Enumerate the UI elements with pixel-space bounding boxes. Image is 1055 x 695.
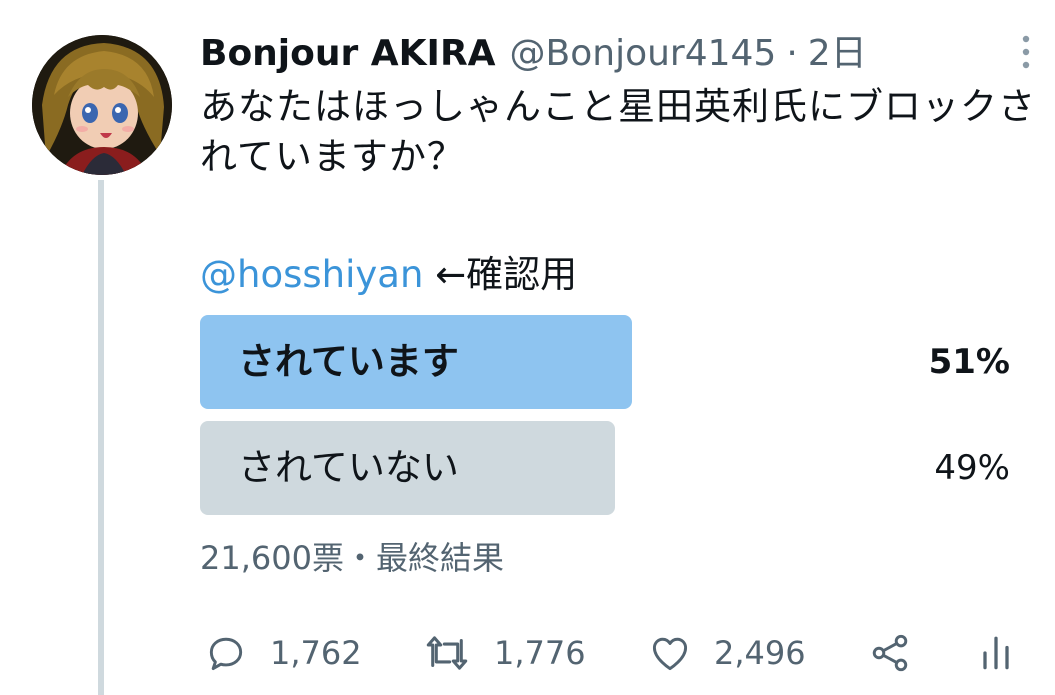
separator: · — [786, 33, 798, 74]
avatar[interactable] — [32, 35, 172, 175]
poll-option-1-percent: 51% — [928, 342, 1010, 382]
heart-icon — [652, 637, 688, 671]
more-vertical-icon — [1022, 35, 1030, 69]
tweet-header: Bonjour AKIRA @Bonjour4145 · 2日 — [200, 30, 1000, 78]
poll-meta-separator: ・ — [343, 539, 376, 577]
share-button[interactable] — [868, 628, 912, 678]
mention-note: ←確認用 — [423, 253, 578, 296]
tweet-mention-line: @hosshiyan ←確認用 — [200, 252, 577, 298]
poll-status: 最終結果 — [376, 539, 505, 577]
handle[interactable]: @Bonjour4145 — [510, 30, 777, 78]
tweet[interactable]: Bonjour AKIRA @Bonjour4145 · 2日 あなたはほっしゃ… — [0, 0, 1055, 695]
retweet-icon — [426, 636, 468, 670]
retweet-button[interactable]: 1,776 — [422, 628, 586, 678]
reply-count: 1,762 — [270, 634, 362, 672]
mention-link[interactable]: @hosshiyan — [200, 253, 423, 296]
tweet-text: あなたはほっしゃんこと星田英利氏にブロックされていますか？ — [200, 85, 1036, 178]
like-count: 2,496 — [714, 634, 806, 672]
thread-line — [98, 180, 104, 695]
like-button[interactable]: 2,496 — [648, 628, 806, 678]
poll-option-2-label: されていない — [238, 446, 459, 489]
poll-option-1-label: されています — [238, 340, 459, 383]
more-options-button[interactable] — [1006, 32, 1046, 72]
timestamp[interactable]: 2日 — [808, 30, 867, 78]
poll-meta: 21,600票・最終結果 — [200, 536, 504, 580]
avatar-image — [32, 35, 172, 175]
analytics-icon — [983, 636, 1009, 670]
poll-option-1: されています 51% — [200, 315, 1010, 409]
poll-option-2: されていない 49% — [200, 421, 1010, 515]
action-bar: 1,762 1,776 2,496 — [200, 628, 1030, 678]
share-icon — [872, 634, 908, 672]
reply-icon — [209, 637, 243, 671]
reply-button[interactable]: 1,762 — [204, 628, 362, 678]
poll-option-2-percent: 49% — [934, 448, 1010, 488]
retweet-count: 1,776 — [494, 634, 586, 672]
display-name[interactable]: Bonjour AKIRA — [200, 30, 496, 78]
analytics-button[interactable] — [974, 628, 1018, 678]
poll-votes: 21,600票 — [200, 539, 344, 577]
